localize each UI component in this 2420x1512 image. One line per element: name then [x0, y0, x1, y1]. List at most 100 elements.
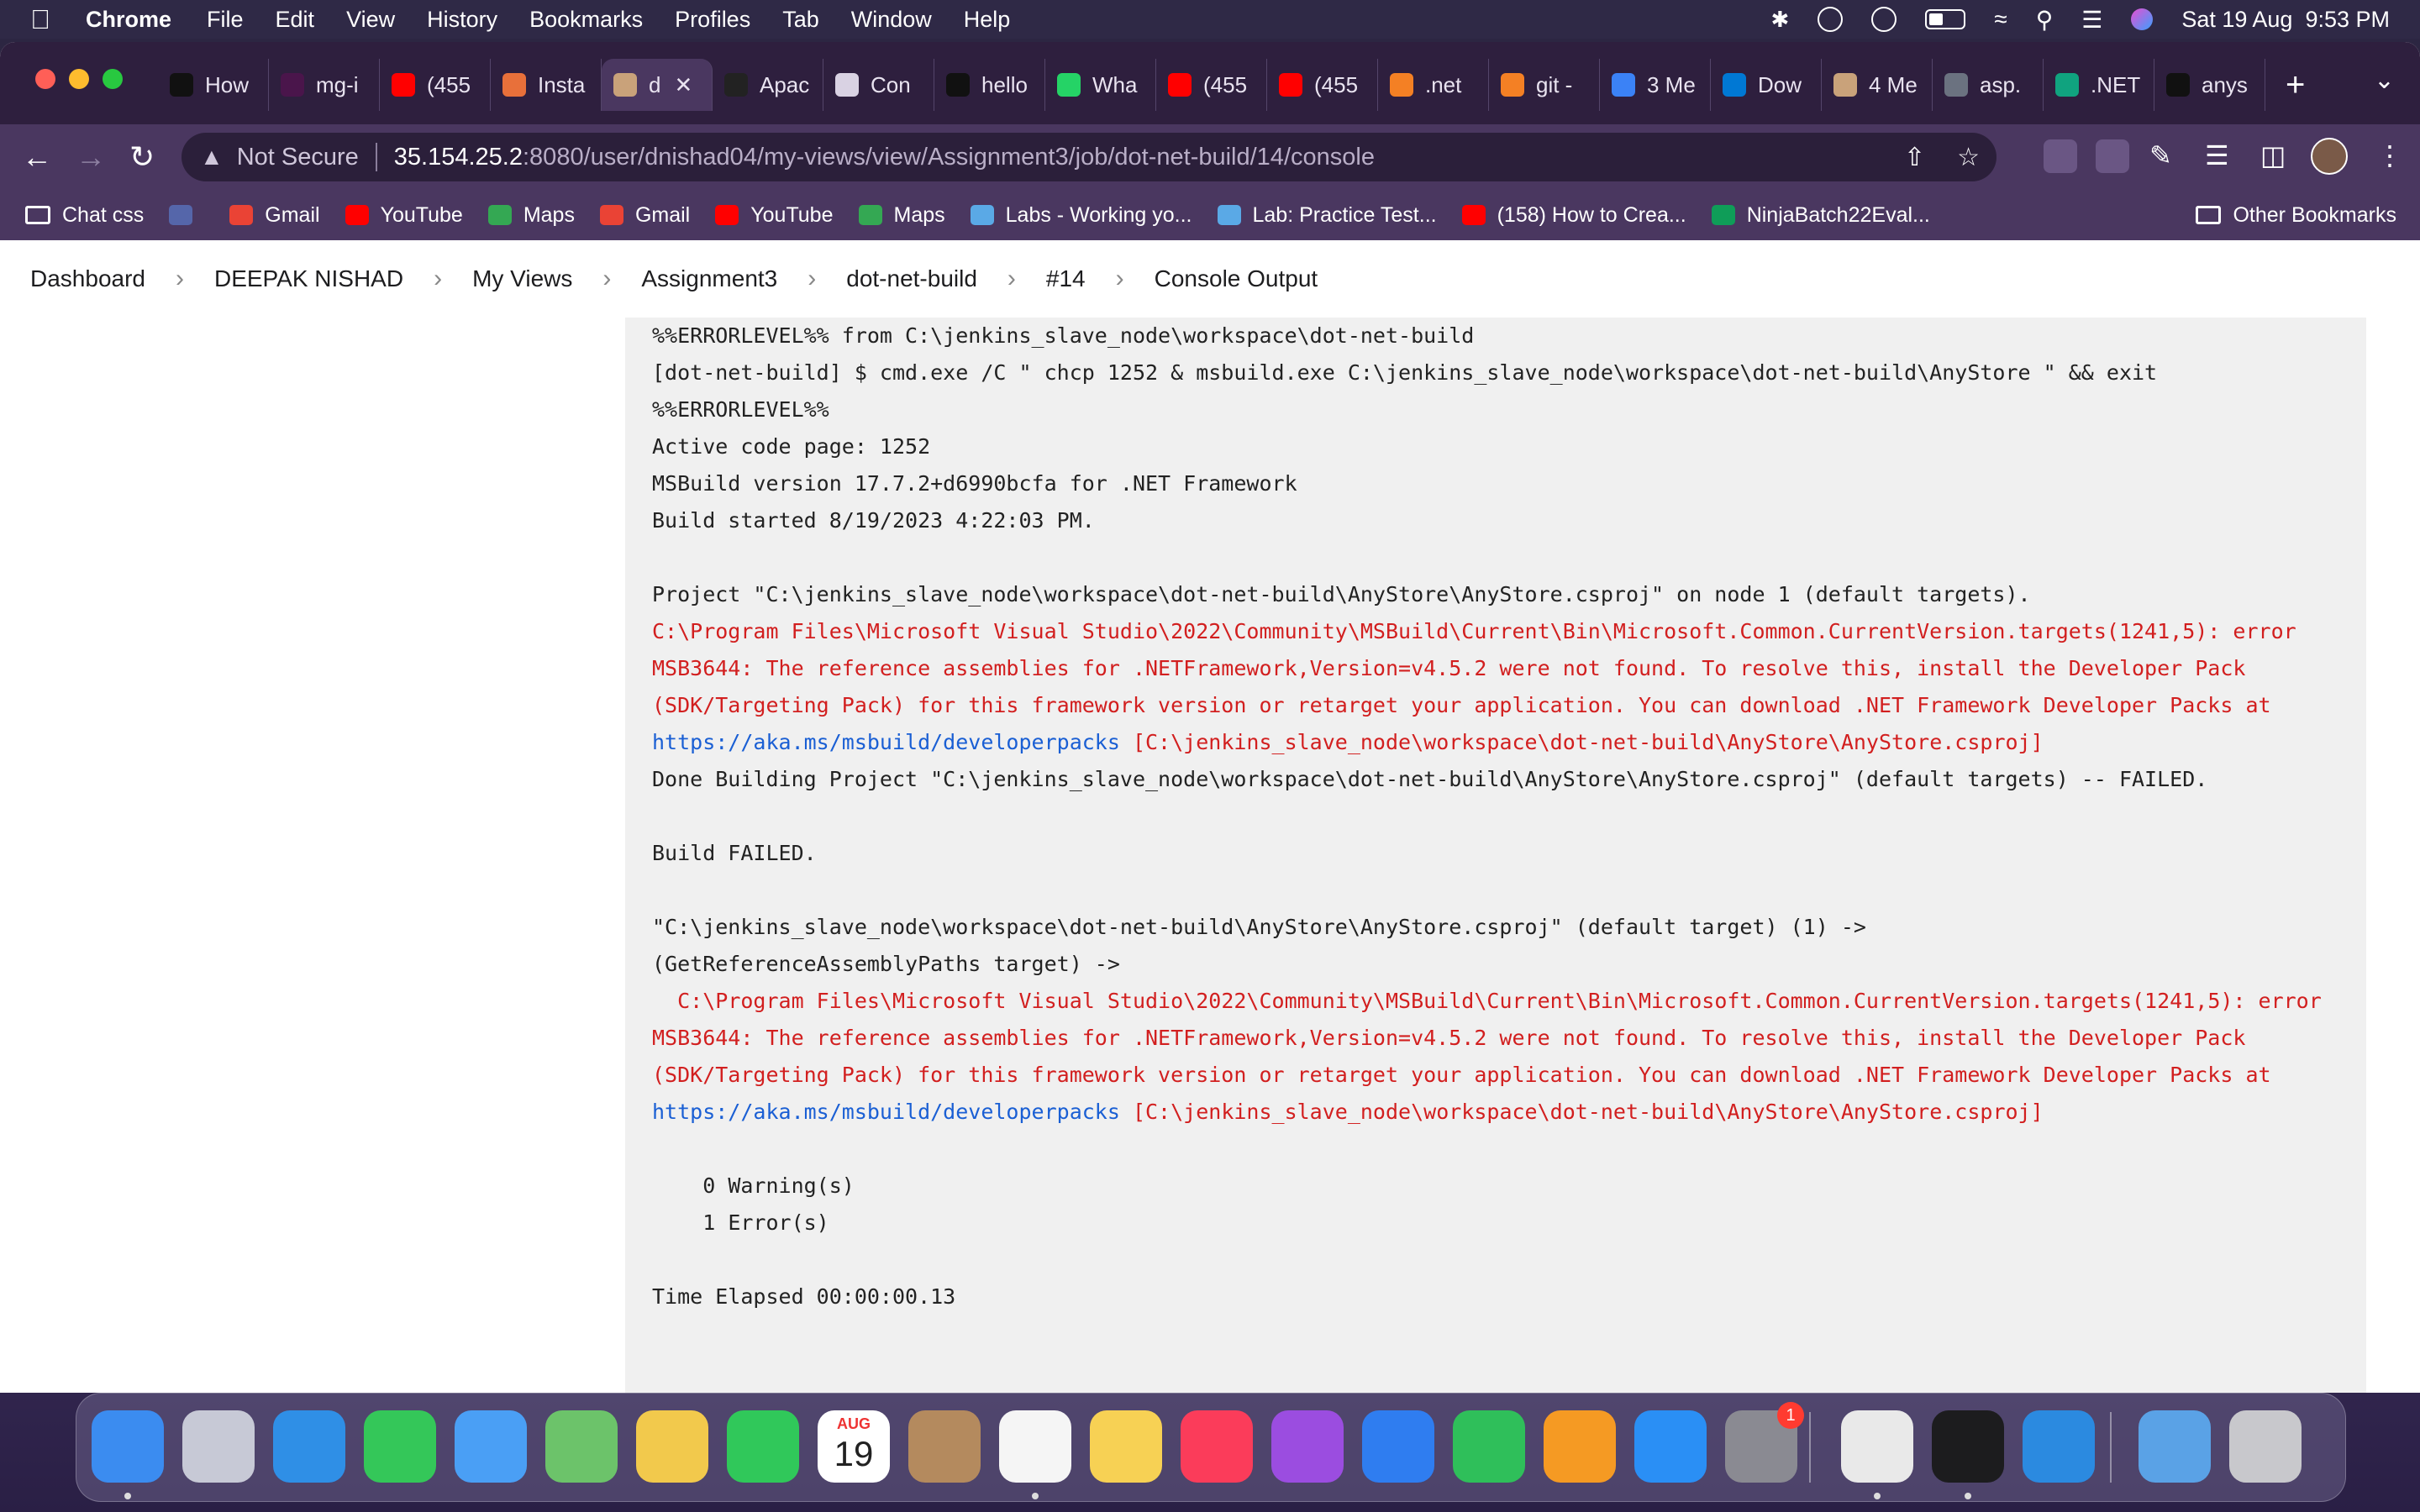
siri-icon[interactable] — [2131, 8, 2154, 30]
control-center-icon[interactable]: ☰ — [2081, 6, 2102, 34]
play-icon[interactable] — [1818, 7, 1844, 32]
dock-mail-icon[interactable] — [455, 1410, 527, 1483]
browser-tab[interactable]: Apac — [713, 59, 823, 111]
bookmark-item[interactable]: NinjaBatch22Eval... — [1711, 203, 1930, 228]
browser-tab[interactable]: .NET — [2044, 59, 2154, 111]
menu-file[interactable]: File — [207, 7, 244, 33]
browser-tab[interactable]: Con — [823, 59, 934, 111]
back-button[interactable]: ← — [22, 139, 52, 175]
browser-tab[interactable]: Insta — [491, 59, 602, 111]
user-icon[interactable] — [1871, 7, 1897, 32]
menu-edit[interactable]: Edit — [276, 7, 315, 33]
dock-facetime-icon[interactable] — [727, 1410, 799, 1483]
browser-tab[interactable]: (455 — [1267, 59, 1378, 111]
breadcrumb-user[interactable]: DEEPAK NISHAD — [214, 265, 403, 292]
breadcrumb-console-output[interactable]: Console Output — [1155, 265, 1318, 292]
menu-view[interactable]: View — [346, 7, 395, 33]
bookmark-item[interactable]: Gmail — [599, 203, 690, 228]
extensions-puzzle-icon[interactable]: ✎ — [2149, 139, 2172, 171]
dock-downloads-icon[interactable] — [2139, 1410, 2211, 1483]
apple-icon[interactable]:  — [30, 4, 59, 35]
bookmark-star-icon[interactable]: ☆ — [1957, 143, 1980, 172]
dock-launchpad-icon[interactable] — [182, 1410, 255, 1483]
extension-k-icon[interactable] — [2096, 139, 2129, 173]
menu-profiles[interactable]: Profiles — [675, 7, 750, 33]
url-host[interactable]: 35.154.25.2 — [394, 144, 523, 171]
wifi-icon[interactable]: ≈ — [1994, 6, 2007, 33]
bookmark-item[interactable]: Maps — [487, 203, 575, 228]
bookmark-item[interactable]: Gmail — [229, 203, 320, 228]
dock-photos-icon[interactable] — [636, 1410, 708, 1483]
address-bar[interactable]: ▲ Not Secure 35.154.25.2 :8080/user/dnis… — [182, 133, 1996, 181]
dock-calendar-icon[interactable]: AUG 19 — [818, 1410, 890, 1483]
warning-icon[interactable]: ▲ — [200, 144, 224, 171]
chrome-menu-icon[interactable]: ⋮ — [2376, 139, 2403, 171]
breadcrumb-view[interactable]: Assignment3 — [641, 265, 777, 292]
dock-maps-icon[interactable] — [545, 1410, 618, 1483]
bookmark-item[interactable]: (158) How to Crea... — [1461, 203, 1686, 228]
reload-button[interactable]: ↻ — [129, 139, 155, 175]
dock-app-store-icon[interactable] — [1634, 1410, 1707, 1483]
menu-help[interactable]: Help — [964, 7, 1011, 33]
browser-tab[interactable]: (455 — [1156, 59, 1267, 111]
dock-keynote-icon[interactable] — [1362, 1410, 1434, 1483]
bookmark-item[interactable] — [169, 205, 204, 225]
profile-avatar[interactable] — [2311, 138, 2348, 175]
browser-tab[interactable]: 4 Me — [1822, 59, 1933, 111]
breadcrumb-build[interactable]: #14 — [1046, 265, 1086, 292]
bookmark-item[interactable]: Labs - Working yo... — [970, 203, 1192, 228]
breadcrumb-job[interactable]: dot-net-build — [846, 265, 977, 292]
battery-icon[interactable] — [1925, 9, 1966, 29]
tab-close-icon[interactable]: ✕ — [674, 72, 692, 98]
browser-tab[interactable]: Wha — [1045, 59, 1156, 111]
browser-tab[interactable]: d ✕ — [602, 59, 713, 111]
dock-safari-icon[interactable] — [273, 1410, 345, 1483]
menu-bookmarks[interactable]: Bookmarks — [529, 7, 643, 33]
developer-packs-link[interactable]: https://aka.ms/msbuild/developerpacks — [652, 1100, 1120, 1124]
clock[interactable]: Sat 19 Aug 9:53 PM — [2181, 7, 2390, 33]
bookmark-item[interactable]: YouTube — [715, 203, 834, 228]
browser-tab[interactable]: asp. — [1933, 59, 2044, 111]
browser-tab[interactable]: Dow — [1711, 59, 1822, 111]
dock-numbers-icon[interactable] — [1453, 1410, 1525, 1483]
dock-reminders-icon[interactable] — [999, 1410, 1071, 1483]
breadcrumb-dashboard[interactable]: Dashboard — [30, 265, 145, 292]
dock-finder-icon[interactable] — [92, 1410, 164, 1483]
media-control-icon[interactable]: ☰ — [2205, 139, 2229, 171]
browser-tab[interactable]: 3 Me — [1600, 59, 1711, 111]
dock-terminal-icon[interactable] — [1932, 1410, 2004, 1483]
dock-system-settings-icon[interactable]: 1 — [1725, 1402, 1804, 1483]
side-panel-icon[interactable]: ◫ — [2260, 139, 2286, 171]
browser-tab[interactable]: How — [158, 59, 269, 111]
browser-tab[interactable]: hello — [934, 59, 1045, 111]
tab-search-chevron-icon[interactable]: ⌄ — [2374, 66, 2395, 95]
breadcrumb-my-views[interactable]: My Views — [472, 265, 572, 292]
menu-app-name[interactable]: Chrome — [86, 7, 171, 33]
url-path[interactable]: :8080/user/dnishad04/my-views/view/Assig… — [523, 144, 1375, 171]
forward-button[interactable]: → — [76, 139, 106, 175]
share-icon[interactable]: ⇧ — [1904, 143, 1925, 172]
bookmark-item[interactable]: YouTube — [345, 203, 463, 228]
new-tab-button[interactable]: + — [2286, 66, 2305, 104]
minimize-window-button[interactable] — [69, 69, 89, 89]
developer-packs-link[interactable]: https://aka.ms/msbuild/developerpacks — [652, 730, 1120, 754]
dock-pages-icon[interactable] — [1544, 1410, 1616, 1483]
search-icon[interactable]: ⚲ — [2036, 6, 2054, 34]
menu-tab[interactable]: Tab — [782, 7, 819, 33]
dock-chrome-icon[interactable] — [1841, 1410, 1913, 1483]
browser-tab[interactable]: anys — [2154, 59, 2265, 111]
bluetooth-icon[interactable]: ✱ — [1771, 7, 1790, 33]
dock-contacts-icon[interactable] — [908, 1410, 981, 1483]
dock-music-icon[interactable] — [1181, 1410, 1253, 1483]
other-bookmarks[interactable]: Other Bookmarks — [2196, 190, 2396, 240]
dock-vscode-icon[interactable] — [2023, 1410, 2095, 1483]
bookmark-item[interactable]: Chat css — [25, 203, 144, 228]
close-window-button[interactable] — [35, 69, 55, 89]
security-label[interactable]: Not Secure — [237, 144, 359, 171]
browser-tab[interactable]: .net — [1378, 59, 1489, 111]
browser-tab[interactable]: mg-i — [269, 59, 380, 111]
dock-trash-icon[interactable] — [2229, 1410, 2302, 1483]
extension-devtools-icon[interactable] — [2044, 139, 2077, 173]
zoom-window-button[interactable] — [103, 69, 123, 89]
dock-messages-icon[interactable] — [364, 1410, 436, 1483]
